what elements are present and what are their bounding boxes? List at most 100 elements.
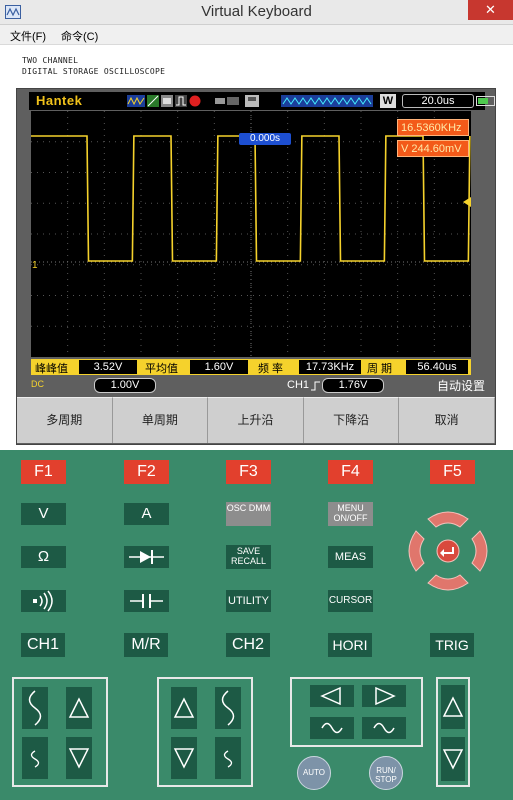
osc-dmm-button[interactable]: OSC DMM bbox=[226, 502, 271, 526]
battery-icon bbox=[476, 96, 495, 106]
trig-up-button[interactable] bbox=[441, 685, 465, 729]
ch1-button[interactable]: CH1 bbox=[21, 633, 65, 657]
utility-button[interactable]: UTILITY bbox=[226, 590, 271, 612]
status-icons bbox=[215, 95, 259, 107]
meas-button[interactable]: MEAS bbox=[328, 546, 373, 568]
diode-button[interactable] bbox=[124, 546, 169, 568]
title-bar: Virtual Keyboard ✕ bbox=[0, 0, 513, 25]
softkey-cancel[interactable]: 取消 bbox=[399, 397, 495, 443]
f5-button[interactable]: F5 bbox=[430, 460, 475, 484]
rising-edge-icon bbox=[311, 381, 320, 391]
menu-command[interactable]: 命令(C) bbox=[61, 28, 98, 44]
up-arrow-icon bbox=[173, 697, 195, 718]
channel-volts: 1.00V bbox=[94, 378, 156, 393]
save-recall-button[interactable]: SAVE RECALL bbox=[226, 545, 271, 569]
hori-position-knob[interactable] bbox=[310, 717, 354, 739]
trigger-position: 0.000s bbox=[239, 133, 291, 145]
measure-label-freq: 频 率 bbox=[258, 363, 284, 375]
sine-icon bbox=[373, 722, 395, 734]
down-arrow-icon bbox=[173, 748, 195, 769]
trig-button[interactable]: TRIG bbox=[430, 633, 474, 657]
small-sine-icon bbox=[223, 750, 233, 768]
measure-value-mean: 1.60V bbox=[190, 360, 248, 374]
measure-label-period: 周 期 bbox=[367, 363, 393, 375]
softkey-rising-edge[interactable]: 上升沿 bbox=[208, 397, 304, 443]
continuity-button[interactable] bbox=[21, 590, 66, 612]
sine-icon bbox=[321, 722, 343, 734]
sine-icon bbox=[28, 690, 42, 726]
ch2-down-button[interactable] bbox=[171, 737, 197, 779]
down-arrow-icon bbox=[442, 749, 464, 770]
direction-pad[interactable] bbox=[402, 505, 494, 597]
auto-button[interactable]: AUTO bbox=[297, 756, 331, 790]
ohm-button[interactable]: Ω bbox=[21, 546, 66, 568]
hori-scale-knob[interactable] bbox=[362, 717, 406, 739]
softkey-row: 多周期 单周期 上升沿 下降沿 取消 bbox=[17, 397, 495, 443]
math-ref-button[interactable]: M/R bbox=[124, 633, 168, 657]
ch2-control-group bbox=[157, 677, 253, 787]
ch1-position-knob[interactable] bbox=[22, 687, 48, 729]
waveform-memory-icon bbox=[281, 95, 373, 107]
coupling-label: DC bbox=[31, 379, 44, 389]
left-arrow-icon bbox=[320, 686, 341, 706]
sine-icon bbox=[221, 690, 235, 726]
auto-setup-label: 自动设置 bbox=[436, 379, 485, 393]
f4-button[interactable]: F4 bbox=[328, 460, 373, 484]
amp-button[interactable]: A bbox=[124, 503, 169, 525]
measure-value-period: 56.40us bbox=[406, 360, 468, 374]
capacitor-icon bbox=[130, 594, 163, 608]
header-line-2: DIGITAL STORAGE OSCILLOSCOPE bbox=[22, 67, 166, 76]
measurement-bar: 峰峰值 3.52V 平均值 1.60V 频 率 17.73KHz 周 期 56.… bbox=[31, 359, 471, 375]
trig-down-button[interactable] bbox=[441, 737, 465, 781]
scope-status-bar: DC 1.00V CH1 1.76V 自动设置 bbox=[29, 378, 485, 394]
waveform-screen: 1 0.000s 16.5360KHz V 244.60mV bbox=[31, 111, 471, 357]
scope-top-bar: Hantek W 20.0us bbox=[29, 92, 495, 110]
brand-logo: Hantek bbox=[36, 93, 83, 108]
hori-button[interactable]: HORI bbox=[328, 633, 372, 657]
trigger-level: 1.76V bbox=[322, 378, 384, 393]
ch1-volts-knob[interactable] bbox=[22, 737, 48, 779]
softkey-single-cycle[interactable]: 单周期 bbox=[112, 397, 209, 443]
horizontal-control-group bbox=[290, 677, 423, 747]
close-button[interactable]: ✕ bbox=[468, 0, 513, 20]
f2-button[interactable]: F2 bbox=[124, 460, 169, 484]
menu-onoff-button[interactable]: MENU ON/OFF bbox=[328, 502, 373, 526]
trigger-channel: CH1 bbox=[287, 379, 310, 391]
hori-left-button[interactable] bbox=[310, 685, 354, 707]
right-arrow-icon bbox=[375, 686, 396, 706]
small-sine-icon bbox=[30, 750, 40, 768]
volt-button[interactable]: V bbox=[21, 503, 66, 525]
ch2-button[interactable]: CH2 bbox=[226, 633, 270, 657]
ch2-position-knob[interactable] bbox=[215, 687, 241, 729]
measure-value-pkpk: 3.52V bbox=[79, 360, 137, 374]
info-panel: TWO CHANNEL DIGITAL STORAGE OSCILLOSCOPE… bbox=[0, 45, 513, 450]
down-arrow-icon bbox=[68, 748, 90, 769]
run-stop-button[interactable]: RUN/ STOP bbox=[369, 756, 403, 790]
menu-file[interactable]: 文件(F) bbox=[10, 28, 46, 44]
cursor-button[interactable]: CURSOR bbox=[328, 590, 373, 612]
f3-button[interactable]: F3 bbox=[226, 460, 271, 484]
frequency-readout: 16.5360KHz bbox=[397, 119, 469, 136]
ch2-volts-knob[interactable] bbox=[215, 737, 241, 779]
menu-bar: 文件(F) 命令(C) bbox=[0, 25, 513, 45]
trigger-level-marker bbox=[463, 197, 471, 207]
up-arrow-icon bbox=[68, 697, 90, 718]
control-panel: F1 F2 F3 F4 F5 V A OSC DMM MENU ON/OFF Ω… bbox=[0, 450, 513, 800]
hori-right-button[interactable] bbox=[362, 685, 406, 707]
w-label: W bbox=[380, 94, 396, 108]
softkey-falling-edge[interactable]: 下降沿 bbox=[303, 397, 400, 443]
ch2-up-button[interactable] bbox=[171, 687, 197, 729]
diode-icon bbox=[129, 550, 164, 564]
measure-label-pkpk: 峰峰值 bbox=[35, 363, 68, 375]
ch1-down-button[interactable] bbox=[66, 737, 92, 779]
softkey-multi-cycle[interactable]: 多周期 bbox=[17, 397, 113, 443]
ch1-ground-marker: 1 bbox=[32, 260, 38, 271]
measure-value-freq: 17.73KHz bbox=[299, 360, 361, 374]
ch1-up-button[interactable] bbox=[66, 687, 92, 729]
capacitor-button[interactable] bbox=[124, 590, 169, 612]
measure-label-mean: 平均值 bbox=[145, 363, 178, 375]
f1-button[interactable]: F1 bbox=[21, 460, 66, 484]
voltage-readout: V 244.60mV bbox=[397, 140, 469, 157]
mode-icons bbox=[127, 95, 201, 107]
continuity-icon bbox=[33, 590, 53, 612]
